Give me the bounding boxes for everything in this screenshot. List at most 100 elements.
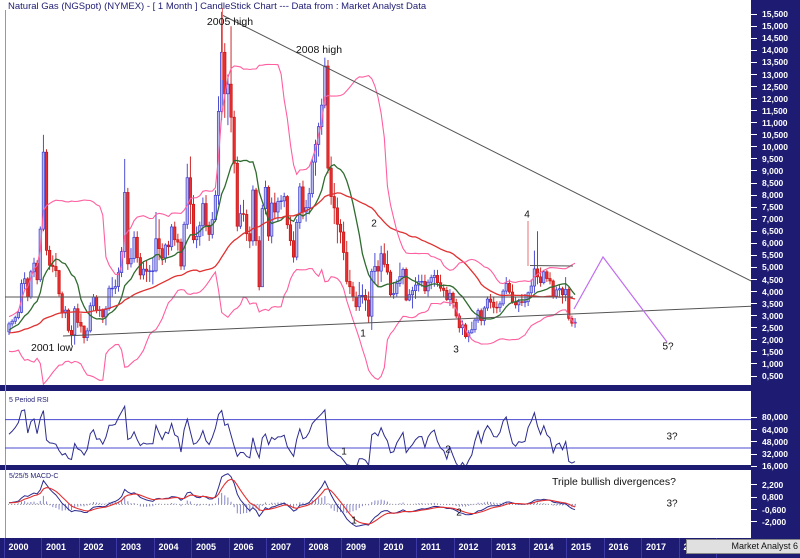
year-axis-tick <box>116 538 117 558</box>
price-axis-tick <box>751 122 757 124</box>
price-tick-label: 12,000 <box>762 93 788 104</box>
price-axis-tick <box>751 98 757 100</box>
price-axis-tick <box>751 279 757 281</box>
year-axis-tick <box>678 538 680 558</box>
price-axis-tick <box>751 218 757 220</box>
year-label: 2009 <box>346 542 367 552</box>
chart-window: Natural Gas (NGSpot) (NYMEX) - [ 1 Month… <box>0 0 800 558</box>
year-label: 2003 <box>121 542 142 552</box>
price-axis-tick <box>751 170 757 172</box>
rsi-panel-label: 5 Period RSI <box>9 397 49 404</box>
year-axis-tick <box>641 538 642 558</box>
macd-axis-tick <box>751 484 757 486</box>
macd-panel-label: 5/25/5 MACD-C <box>9 473 59 480</box>
chart-canvas <box>5 8 751 538</box>
time-axis-band <box>0 538 751 558</box>
bollinger-lower-line <box>8 267 576 385</box>
rsi-axis-tick <box>751 465 757 467</box>
price-axis-tick <box>751 182 757 184</box>
rsi-axis-tick <box>751 441 757 443</box>
price-annotation: 1 <box>360 328 366 340</box>
macd-tick-label: -2,000 <box>762 516 787 527</box>
rsi-axis-tick <box>751 416 757 418</box>
rsi-tick-label: 48,000 <box>762 436 788 447</box>
rsi-tick-label: 32,000 <box>762 449 788 460</box>
price-axis-tick <box>751 351 757 353</box>
price-axis-tick <box>751 315 757 317</box>
year-axis-tick <box>491 538 492 558</box>
price-axis-tick <box>751 303 757 305</box>
year-label: 2016 <box>608 542 629 552</box>
price-axis-tick <box>751 74 757 75</box>
price-axis-tick <box>751 242 757 244</box>
price-annotation: 5? <box>662 341 674 353</box>
rsi-annotation: 1 <box>341 446 347 458</box>
price-annotation: 2008 high <box>295 44 343 56</box>
macd-annotation: 2 <box>456 507 462 519</box>
price-panel <box>5 8 751 385</box>
price-annotation: 4 <box>524 209 530 221</box>
year-axis-tick <box>303 538 305 558</box>
price-axis-tick <box>751 146 757 148</box>
price-axis-tick <box>751 13 757 15</box>
price-tick-label: 3,500 <box>762 298 784 309</box>
price-axis-tick <box>751 254 757 256</box>
year-axis-tick <box>78 538 80 558</box>
price-axis-tick <box>751 206 757 208</box>
macd-annotation: Triple bullish divergences? <box>552 476 676 488</box>
rsi-tick-label: 16,000 <box>762 461 788 472</box>
ma-slow-line <box>8 192 576 334</box>
rsi-axis-tick <box>751 453 757 455</box>
rsi-annotation: 2 <box>445 444 451 456</box>
price-axis-tick <box>751 339 757 341</box>
year-axis-tick <box>603 538 605 558</box>
macd-axis-tick <box>751 496 757 498</box>
price-axis-tick <box>751 291 757 293</box>
rsi-axis-tick <box>751 429 757 431</box>
macd-annotation: 1 <box>351 515 357 527</box>
price-tick-label: 11,500 <box>762 105 788 116</box>
rsi-annotation: 3? <box>666 431 678 443</box>
year-axis-tick <box>378 538 380 558</box>
price-tick-label: 2,500 <box>762 322 784 333</box>
price-axis-tick <box>751 375 757 377</box>
price-tick-label: 11,000 <box>762 117 788 128</box>
year-label: 2002 <box>83 542 104 552</box>
price-tick-label: 5,000 <box>762 262 784 273</box>
price-annotation: 2001 low <box>30 342 74 354</box>
price-tick-label: 12,500 <box>762 81 788 92</box>
price-axis-tick <box>751 158 757 160</box>
price-tick-label: 14,500 <box>762 33 788 44</box>
price-tick-label: 4,500 <box>762 274 784 285</box>
panel-separator-main-rsi <box>0 385 751 391</box>
price-tick-label: 6,000 <box>762 238 784 249</box>
price-annotation: 2 <box>371 218 377 230</box>
macd-tick-label: -0,600 <box>762 504 787 515</box>
price-tick-label: 8,000 <box>762 190 784 201</box>
year-label: 2007 <box>271 542 292 552</box>
year-label: 2010 <box>383 542 404 552</box>
year-label: 2011 <box>421 542 441 552</box>
ma-fast-line <box>8 159 576 331</box>
watermark-badge: Market Analyst 6 <box>686 539 800 554</box>
year-axis-tick <box>3 538 5 558</box>
price-tick-label: 7,000 <box>762 214 784 225</box>
year-label: 2013 <box>496 542 517 552</box>
year-axis-tick <box>228 538 230 558</box>
resistance-segment <box>529 265 574 267</box>
price-tick-label: 15,500 <box>762 9 788 20</box>
price-tick-label: 10,500 <box>762 129 788 140</box>
price-annotation: 3 <box>453 344 459 356</box>
year-label: 2008 <box>308 542 329 552</box>
candlestick-series <box>7 11 577 346</box>
year-label: 2004 <box>158 542 179 552</box>
price-axis-tick <box>751 194 757 196</box>
price-axis-tick <box>751 230 757 232</box>
macd-axis-tick <box>751 521 757 523</box>
price-axis-tick <box>751 327 757 329</box>
price-tick-label: 15,000 <box>762 21 788 32</box>
price-tick-label: 2,000 <box>762 334 784 345</box>
year-axis-tick <box>191 538 192 558</box>
macd-tick-label: 0,800 <box>762 492 784 503</box>
rsi-tick-label: 64,000 <box>762 424 788 435</box>
